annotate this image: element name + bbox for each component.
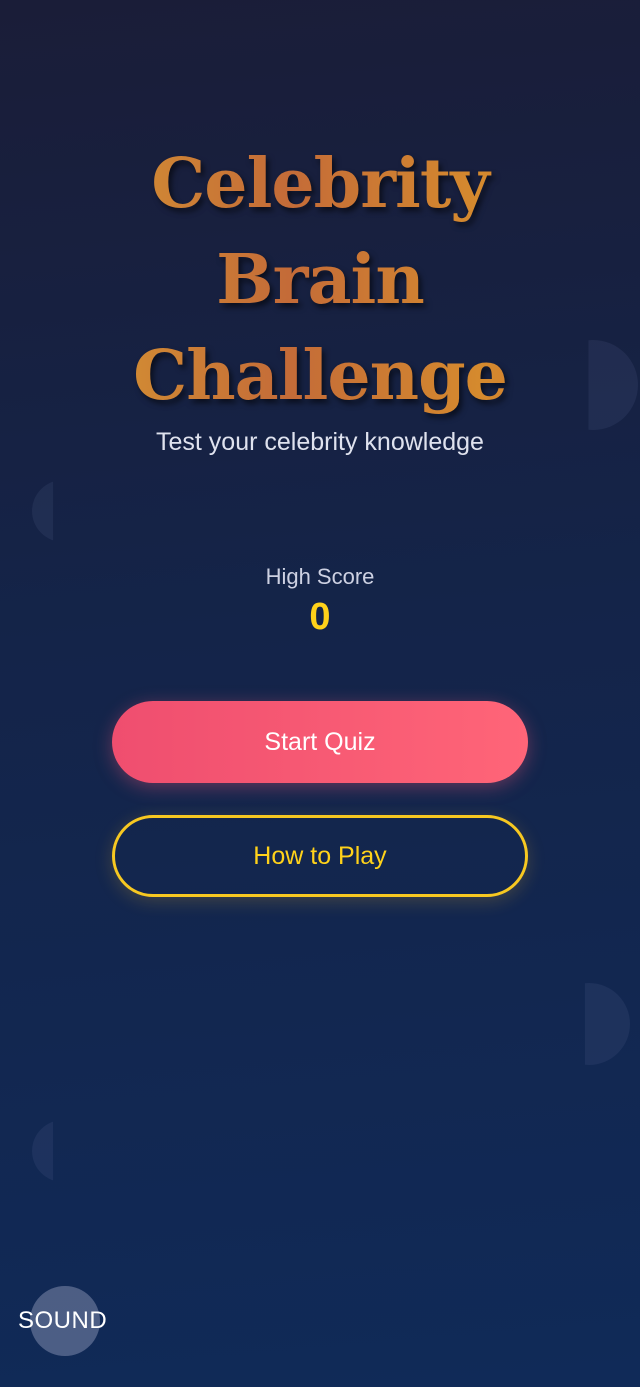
start-screen: Celebrity Brain Challenge Test your cele… bbox=[0, 0, 640, 1387]
sound-toggle-button[interactable] bbox=[30, 1286, 100, 1356]
high-score-label: High Score bbox=[265, 564, 375, 589]
decorative-circle bbox=[32, 480, 54, 542]
title-line: Brain bbox=[216, 240, 424, 320]
start-quiz-button[interactable]: Start Quiz bbox=[112, 701, 528, 783]
game-title: Celebrity Brain Challenge bbox=[0, 136, 640, 424]
decorative-circle bbox=[32, 1120, 54, 1182]
subtitle: Test your celebrity knowledge bbox=[156, 428, 484, 456]
decorative-circle bbox=[584, 983, 630, 1065]
title-line: Challenge bbox=[133, 336, 507, 416]
start-quiz-label: Start Quiz bbox=[264, 727, 376, 756]
high-score-value: 0 bbox=[309, 596, 331, 638]
how-to-play-button[interactable]: How to Play bbox=[112, 815, 528, 897]
how-to-play-label: How to Play bbox=[253, 841, 387, 870]
title-line: Celebrity bbox=[151, 144, 489, 224]
